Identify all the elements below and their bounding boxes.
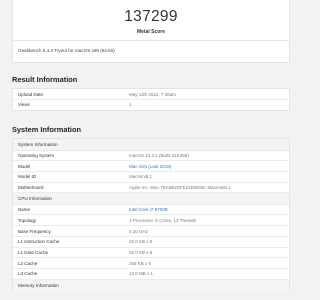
table-row: Topology 1 Processor, 6 Cores, 12 Thread…	[13, 215, 289, 227]
table-row: Operating System macOS 12.3.1 (Build 21E…	[13, 151, 289, 162]
benchmark-caption: Geekbench 5.4.4 Tryout for macOS x86 (64…	[18, 48, 115, 53]
row-value: 32.0 KB x 6	[129, 250, 153, 256]
table-row: Model ID Macmini8,1	[13, 172, 289, 183]
row-key: Model ID	[18, 174, 37, 180]
cpu-group-heading-label: CPU Information	[18, 196, 52, 202]
table-row: L2 Cache 256 KB x 6	[13, 258, 289, 269]
row-key: L1 Instruction Cache	[18, 239, 60, 245]
row-key: L2 Cache	[18, 260, 38, 266]
row-key: Model	[18, 163, 31, 169]
row-value: 3.20 GHz	[129, 228, 149, 234]
row-key: Views	[18, 102, 30, 108]
memory-group-heading-label: Memory Information	[18, 282, 59, 288]
row-value: 256 KB x 6	[129, 260, 152, 266]
metal-score-label: Metal Score	[136, 29, 166, 35]
row-key: Base Frequency	[18, 228, 51, 234]
table-row: Model Mac mini (Late 2018)	[13, 161, 289, 172]
row-key: Operating System	[18, 153, 55, 159]
row-value: 1 Processor, 6 Cores, 12 Threads	[129, 218, 197, 224]
system-group-heading-label: System Information	[18, 142, 58, 147]
memory-group-heading: Memory Information	[13, 279, 289, 292]
system-information-title: System Information	[12, 125, 81, 134]
result-information-title: Result Information	[12, 75, 78, 84]
table-row: L3 Cache 12.0 MB x 1	[13, 269, 289, 280]
score-card: 137299 Metal Score Geekbench 5.4.4 Tryou…	[12, 0, 290, 63]
row-value: Apple Inc. Mac-7BA5B2DFE22DDD8C Macmini8…	[129, 185, 231, 191]
cpu-name-link[interactable]: Intel Core i7-8700B	[129, 207, 168, 212]
row-key: L3 Cache	[18, 271, 38, 277]
benchmark-caption-bar: Geekbench 5.4.4 Tryout for macOS x86 (64…	[13, 40, 289, 63]
system-information-table: System Information Operating System macO…	[12, 138, 290, 292]
table-row: L1 Instruction Cache 32.0 KB x 6	[13, 237, 289, 248]
row-value: 32.0 KB x 6	[129, 239, 153, 245]
row-key: Upload Date	[18, 91, 44, 97]
system-group-heading: System Information	[13, 139, 289, 151]
table-row: Name Intel Core i7-8700B	[13, 205, 289, 216]
row-key: Name	[18, 207, 31, 213]
row-value: 1	[129, 102, 132, 108]
table-row: Motherboard Apple Inc. Mac-7BA5B2DFE22DD…	[13, 183, 289, 194]
metal-score-value: 137299	[124, 8, 178, 25]
table-row: Upload Date May 11th 2022, 7:36am	[13, 89, 289, 100]
cpu-group-heading: CPU Information	[13, 193, 289, 205]
table-row: L1 Data Cache 32.0 KB x 6	[13, 248, 289, 259]
row-value: Macmini8,1	[129, 174, 153, 180]
row-value: macOS 12.3.1 (Build 21E258)	[129, 153, 189, 159]
table-row: Views 1	[13, 100, 289, 111]
row-key: L1 Data Cache	[18, 250, 49, 256]
result-information-table: Upload Date May 11th 2022, 7:36am Views …	[12, 88, 290, 112]
row-key: Motherboard	[18, 185, 44, 191]
row-value: 12.0 MB x 1	[129, 271, 154, 277]
row-key: Topology	[18, 218, 37, 224]
table-row: Base Frequency 3.20 GHz	[13, 226, 289, 237]
model-link[interactable]: Mac mini (Late 2018)	[129, 164, 171, 169]
row-value: May 11th 2022, 7:36am	[129, 91, 176, 97]
